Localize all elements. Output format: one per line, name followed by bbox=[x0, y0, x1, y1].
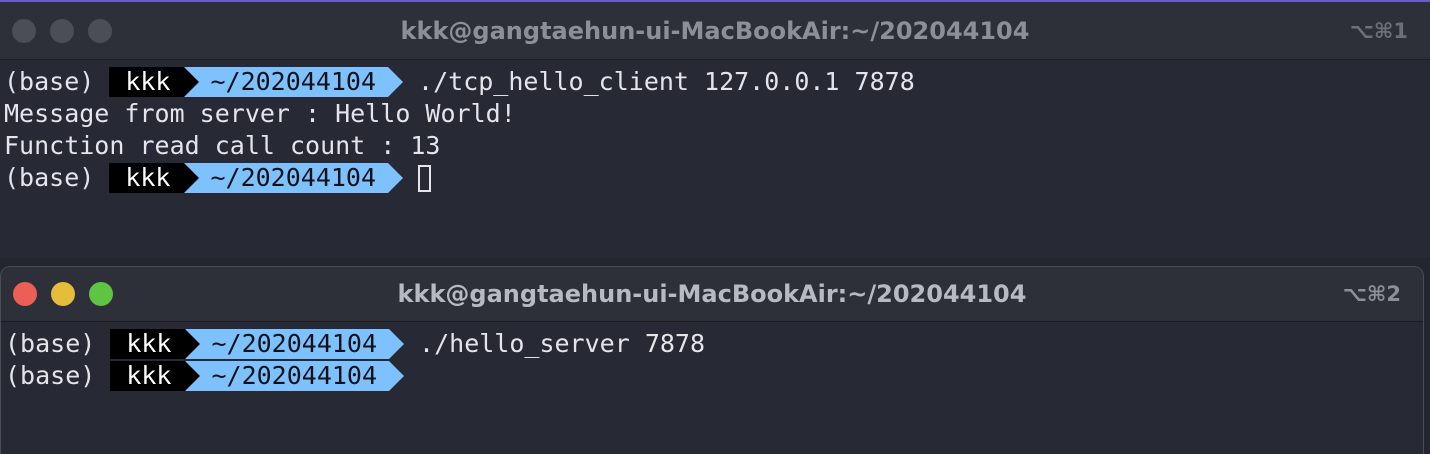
output-line: Message from server : Hello World! bbox=[4, 99, 516, 128]
command-text: ./tcp_hello_client 127.0.0.1 7878 bbox=[418, 67, 915, 96]
terminal-content[interactable]: (base) kkk ~/202044104 ./hello_server 78… bbox=[1, 322, 1423, 392]
prompt-dir-segment: ~/202044104 bbox=[185, 361, 404, 391]
prompt-user-segment: kkk bbox=[109, 67, 185, 97]
prompt-dir-segment: ~/202044104 bbox=[184, 163, 403, 193]
prompt-line: (base) kkk ~/202044104 ./hello_server 78… bbox=[5, 328, 1423, 360]
prompt-dir-segment: ~/202044104 bbox=[184, 67, 403, 97]
conda-env: (base) bbox=[4, 67, 95, 96]
window-shortcut: ⌥⌘2 bbox=[1342, 282, 1401, 306]
title-bar[interactable]: kkk@gangtaehun-ui-MacBookAir:~/202044104… bbox=[0, 2, 1430, 60]
conda-env: (base) bbox=[4, 163, 95, 192]
conda-env: (base) bbox=[5, 361, 96, 390]
window-title: kkk@gangtaehun-ui-MacBookAir:~/202044104 bbox=[397, 280, 1027, 308]
title-bar[interactable]: kkk@gangtaehun-ui-MacBookAir:~/202044104… bbox=[1, 267, 1423, 322]
text-cursor bbox=[418, 164, 432, 192]
prompt-user-segment: kkk bbox=[109, 163, 185, 193]
output-line: Function read call count : 13 bbox=[4, 131, 441, 160]
conda-env: (base) bbox=[5, 329, 96, 358]
prompt-line: (base) kkk ~/202044104 bbox=[5, 360, 1423, 392]
window-title: kkk@gangtaehun-ui-MacBookAir:~/202044104 bbox=[400, 16, 1030, 45]
prompt-line: (base) kkk ~/202044104 ./tcp_hello_clien… bbox=[4, 66, 1430, 98]
window-shortcut: ⌥⌘1 bbox=[1349, 18, 1408, 43]
prompt-user-segment: kkk bbox=[110, 361, 186, 391]
prompt-dir-segment: ~/202044104 bbox=[185, 329, 404, 359]
terminal-window-1[interactable]: kkk@gangtaehun-ui-MacBookAir:~/202044104… bbox=[0, 0, 1430, 258]
prompt-line: (base) kkk ~/202044104 bbox=[4, 162, 1430, 194]
command-text: ./hello_server 7878 bbox=[419, 329, 706, 358]
prompt-user-segment: kkk bbox=[110, 329, 186, 359]
terminal-window-2[interactable]: kkk@gangtaehun-ui-MacBookAir:~/202044104… bbox=[0, 266, 1424, 454]
terminal-content[interactable]: (base) kkk ~/202044104 ./tcp_hello_clien… bbox=[0, 60, 1430, 194]
